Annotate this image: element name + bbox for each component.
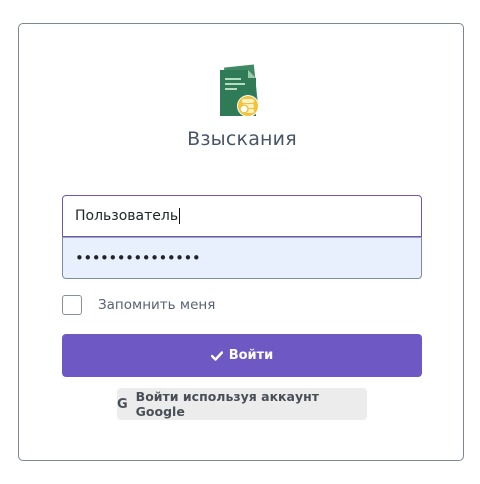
google-login-button[interactable]: G Войти используя аккаунт Google bbox=[117, 388, 367, 420]
login-button-label: Войти bbox=[228, 348, 274, 363]
check-icon bbox=[210, 350, 223, 361]
app-title: Взыскания bbox=[187, 128, 297, 150]
remember-me-checkbox[interactable] bbox=[62, 295, 82, 315]
remember-me-row: Запомнить меня bbox=[62, 294, 215, 316]
username-input[interactable]: Пользователь bbox=[62, 195, 422, 237]
text-caret bbox=[179, 208, 181, 224]
google-g-icon: G bbox=[117, 396, 128, 412]
password-value: ••••••••••••••• bbox=[75, 249, 201, 267]
credentials-group: Пользователь ••••••••••••••• bbox=[62, 195, 422, 279]
google-login-label: Войти используя аккаунт Google bbox=[135, 389, 320, 419]
username-value: Пользователь bbox=[75, 208, 179, 224]
remember-me-label[interactable]: Запомнить меня bbox=[98, 297, 215, 313]
app-logo-icon bbox=[220, 64, 259, 117]
password-input[interactable]: ••••••••••••••• bbox=[62, 237, 422, 279]
login-button[interactable]: Войти bbox=[62, 334, 422, 377]
